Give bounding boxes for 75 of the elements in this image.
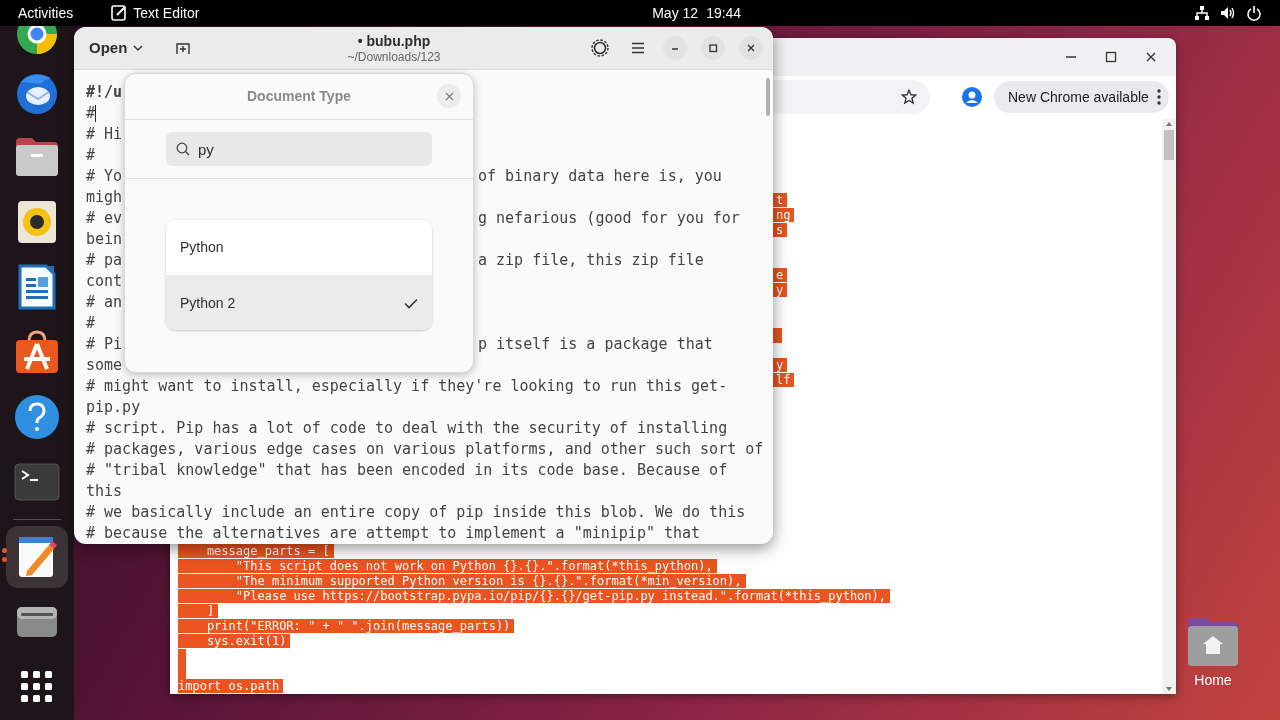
- code-line: # Yo: [86, 166, 123, 187]
- notepad-pencil-icon[interactable]: [17, 535, 57, 580]
- browser-icon[interactable]: [15, 26, 59, 56]
- code-line: # because the alternatives are attempt to implement a "minipip" that: [86, 523, 701, 544]
- drive-icon[interactable]: [15, 605, 59, 640]
- popover-title: Document Type: [247, 87, 351, 106]
- code-line: # an: [86, 292, 123, 313]
- gear-icon: [591, 39, 609, 57]
- code-line: # pa: [86, 250, 123, 271]
- help-icon[interactable]: [14, 394, 60, 441]
- app-name[interactable]: Text Editor: [133, 2, 200, 24]
- code-line: this: [86, 481, 123, 502]
- code-line: #: [86, 313, 96, 334]
- code-line: # might want to install, especially if they're looking to run this get-: [86, 376, 728, 397]
- profile-icon[interactable]: [962, 87, 982, 108]
- code-line: # "tribal knowledge" that has been encoded in its code base. Because of: [86, 460, 728, 481]
- close-button[interactable]: [739, 36, 763, 60]
- code-line: pip.py: [86, 397, 141, 418]
- dock-separator: [13, 519, 61, 521]
- shopping-bag-icon[interactable]: [14, 329, 60, 376]
- scrollbar[interactable]: [1162, 119, 1176, 694]
- open-button[interactable]: Open: [80, 31, 153, 65]
- code-line: #!/u: [86, 82, 123, 103]
- app-grid-icon[interactable]: [21, 671, 53, 704]
- star-icon[interactable]: [900, 88, 918, 107]
- code-line: a zip file, this zip file: [478, 250, 704, 271]
- checkmark-icon: [404, 297, 418, 309]
- code-line: # Hi: [86, 124, 123, 145]
- terminal-icon[interactable]: [14, 463, 60, 502]
- document-icon[interactable]: [18, 264, 56, 311]
- code-line: some: [86, 355, 123, 376]
- update-button[interactable]: New Chrome available: [994, 81, 1169, 114]
- activities-button[interactable]: Activities: [18, 2, 74, 24]
- date-label[interactable]: May 12: [652, 2, 699, 24]
- close-icon: [746, 43, 756, 53]
- power-icon[interactable]: [1246, 5, 1262, 21]
- close-button[interactable]: [437, 84, 461, 108]
- code-line: # we basically include an entire copy of pip inside this blob. We do this: [86, 502, 746, 523]
- option-label: Python 2: [180, 293, 237, 313]
- home-label[interactable]: Home: [1194, 670, 1232, 691]
- notepad-pencil-icon[interactable]: [111, 5, 128, 21]
- option-label: Python: [180, 238, 225, 257]
- code-line: cont: [86, 271, 123, 292]
- speaker-icon[interactable]: [17, 200, 57, 245]
- code-line: # packages, various edge cases on various platforms, and other such sort of: [86, 439, 764, 460]
- search-icon: [176, 142, 190, 156]
- folder-icon[interactable]: [14, 136, 60, 179]
- code-line: #: [86, 103, 96, 124]
- scrollbar-thumb[interactable]: [1164, 130, 1174, 160]
- code-line: # script. Pip has a lot of code to deal with the security of installing: [86, 418, 728, 439]
- search-field[interactable]: py: [166, 132, 432, 166]
- code-line: #: [86, 145, 96, 166]
- volume-icon[interactable]: [1220, 5, 1236, 21]
- more-icon: [1156, 89, 1161, 106]
- code-line: p itself is a package that: [478, 334, 713, 355]
- tab-plus-icon: [175, 40, 192, 56]
- menu-icon: [631, 42, 645, 54]
- maximize-icon[interactable]: [1104, 49, 1118, 64]
- code-line: of binary data here is, you: [478, 166, 722, 187]
- code-line: # ev: [86, 208, 123, 229]
- option-row[interactable]: Python: [166, 220, 432, 275]
- maximize-icon: [708, 43, 718, 53]
- code-line: bein: [86, 229, 123, 250]
- file-path: ~/Downloads/123: [347, 49, 441, 65]
- code-line: migh: [86, 187, 123, 208]
- scrollbar-thumb[interactable]: [766, 78, 770, 116]
- close-icon: [444, 91, 454, 101]
- option-row[interactable]: Python 2: [166, 275, 432, 330]
- code-line: g nefarious (good for you for: [478, 208, 740, 229]
- maximize-button[interactable]: [701, 36, 725, 60]
- network-icon[interactable]: [1194, 5, 1210, 21]
- time-label[interactable]: 19:44: [706, 2, 742, 24]
- chevron-down-icon: [133, 43, 144, 53]
- code-line: # Pi: [86, 334, 123, 355]
- window-title: • bubu.php: [357, 33, 431, 49]
